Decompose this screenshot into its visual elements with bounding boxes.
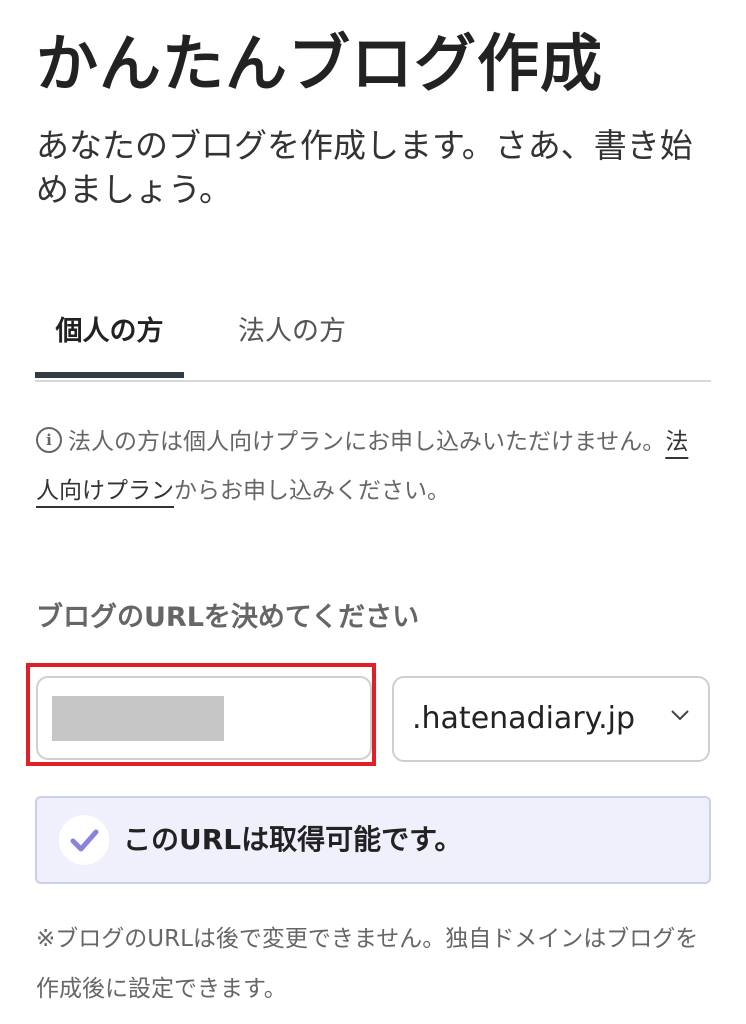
status-message: このURLは取得可能です。 xyxy=(123,823,463,856)
corporate-notice: i 法人の方は個人向けプランにお申し込みいただけません。法人向けプランからお申し込… xyxy=(36,418,704,516)
notice-text-before: 法人の方は個人向けプランにお申し込みいただけません。 xyxy=(68,429,666,455)
domain-select[interactable]: .hatenadiary.jp xyxy=(392,676,710,762)
notice-text-after: からお申し込みください。 xyxy=(174,478,450,504)
page-title: かんたんブログ作成 xyxy=(36,27,604,100)
page-lead: あなたのブログを作成します。さあ、書き始めましょう。 xyxy=(36,126,693,209)
info-icon: i xyxy=(36,426,62,453)
url-availability-status: このURLは取得可能です。 xyxy=(35,796,711,884)
tab-corporate[interactable]: 法人の方 xyxy=(217,298,367,378)
url-section-label: ブログのURLを決めてください xyxy=(36,602,420,633)
account-type-tabs: 個人の方 法人の方 xyxy=(35,298,711,382)
check-icon xyxy=(59,815,109,865)
highlight-frame xyxy=(26,663,376,766)
domain-select-value: .hatenadiary.jp xyxy=(412,701,636,736)
url-footnote: ※ブログのURLは後で変更できません。独自ドメインはブログを作成後に設定できます… xyxy=(36,926,699,1002)
chevron-down-icon xyxy=(671,710,689,721)
tab-personal[interactable]: 個人の方 xyxy=(35,298,184,378)
